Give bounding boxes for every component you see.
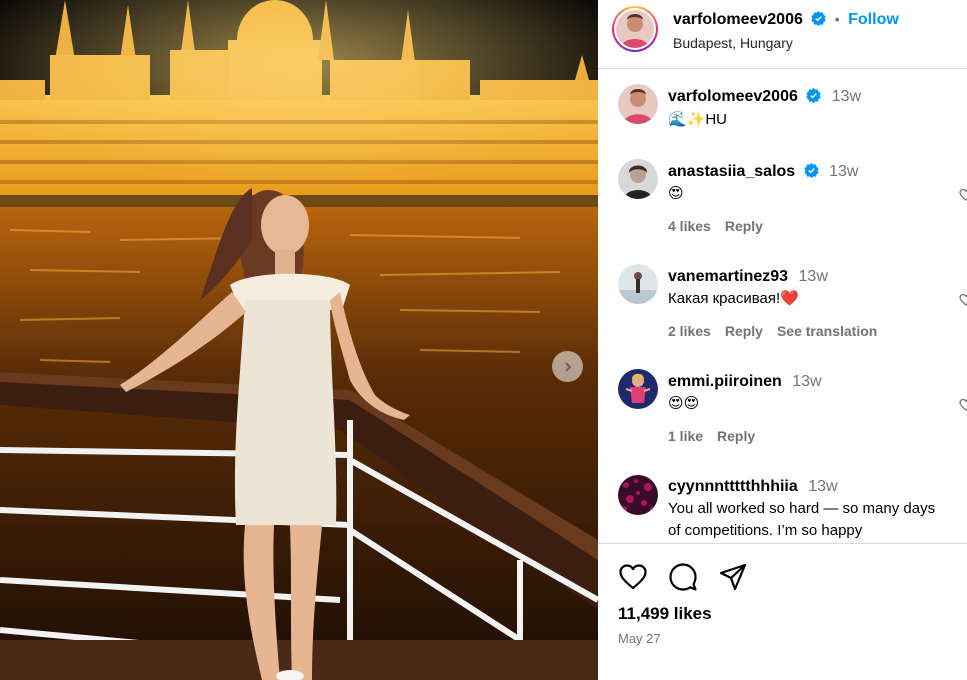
author-username[interactable]: varfolomeev2006 bbox=[673, 11, 803, 28]
comment-username[interactable]: cyynnnttttthhhiia bbox=[668, 478, 798, 495]
comment-likes[interactable]: 2 likes bbox=[668, 323, 711, 339]
comment-meta: 2 likes Reply See translation bbox=[668, 323, 891, 339]
comment-username[interactable]: anastasiia_salos bbox=[668, 163, 795, 180]
comment-like-icon[interactable] bbox=[959, 398, 967, 412]
caption-username[interactable]: varfolomeev2006 bbox=[668, 88, 798, 105]
comment-username[interactable]: vanemartinez93 bbox=[668, 268, 788, 285]
verified-badge-icon bbox=[806, 88, 821, 103]
caption-header: varfolomeev2006 13w bbox=[668, 88, 861, 106]
verified-badge-icon bbox=[811, 11, 826, 26]
avatar-image bbox=[616, 10, 654, 48]
caption-text: 🌊✨HU bbox=[668, 111, 728, 128]
avatar-image bbox=[618, 159, 658, 199]
see-translation-button[interactable]: See translation bbox=[777, 323, 877, 339]
comment-icon[interactable] bbox=[668, 562, 698, 592]
post-header: varfolomeev2006 • Follow Budapest, Hunga… bbox=[598, 0, 967, 69]
next-photo-button[interactable] bbox=[552, 351, 583, 382]
comment-like-icon[interactable] bbox=[959, 188, 967, 202]
avatar-image bbox=[618, 475, 658, 515]
comments-list[interactable]: varfolomeev2006 13w 🌊✨HU anastasiia_salo… bbox=[598, 70, 967, 542]
comment-text: 😍😍 bbox=[668, 395, 700, 412]
comment-text: 😍 bbox=[668, 185, 684, 202]
heart-icon[interactable] bbox=[618, 562, 648, 592]
comment-avatar[interactable] bbox=[618, 159, 658, 199]
comment-header: cyynnnttttthhhiia 13w bbox=[668, 478, 838, 496]
comment-username[interactable]: emmi.piiroinen bbox=[668, 373, 782, 390]
post-actions-footer: 11,499 likes May 27 bbox=[598, 543, 967, 680]
reply-button[interactable]: Reply bbox=[725, 323, 763, 339]
comment-time[interactable]: 13w bbox=[829, 163, 858, 180]
post-date[interactable]: May 27 bbox=[618, 631, 661, 646]
avatar-image bbox=[618, 84, 658, 124]
likes-count[interactable]: 11,499 likes bbox=[618, 604, 712, 624]
comment-time[interactable]: 13w bbox=[808, 478, 837, 495]
comment-header: vanemartinez93 13w bbox=[668, 268, 828, 286]
comment-like-icon[interactable] bbox=[959, 293, 967, 307]
avatar-image bbox=[618, 369, 658, 409]
post-location[interactable]: Budapest, Hungary bbox=[673, 35, 793, 51]
comment-meta: 4 likes Reply bbox=[668, 218, 777, 234]
caption-avatar[interactable] bbox=[618, 84, 658, 124]
comment-header: anastasiia_salos 13w bbox=[668, 163, 858, 181]
comment-likes[interactable]: 4 likes bbox=[668, 218, 711, 234]
comment-avatar[interactable] bbox=[618, 369, 658, 409]
comment-likes[interactable]: 1 like bbox=[668, 428, 703, 444]
comment-time[interactable]: 13w bbox=[799, 268, 828, 285]
comment-avatar[interactable] bbox=[618, 475, 658, 515]
chevron-right-icon bbox=[564, 361, 571, 372]
share-icon[interactable] bbox=[718, 562, 748, 592]
reply-button[interactable]: Reply bbox=[725, 218, 763, 234]
post-side-panel: varfolomeev2006 • Follow Budapest, Hunga… bbox=[598, 0, 967, 680]
reply-button[interactable]: Reply bbox=[717, 428, 755, 444]
author-avatar[interactable] bbox=[612, 6, 658, 52]
post-image bbox=[0, 0, 598, 680]
comment-time[interactable]: 13w bbox=[792, 373, 821, 390]
comment-header: emmi.piiroinen 13w bbox=[668, 373, 822, 391]
comment-text: You all worked so hard — so many days of… bbox=[668, 500, 936, 539]
comment-meta: 1 like Reply bbox=[668, 428, 769, 444]
comment-text: Какая красивая!❤️ bbox=[668, 290, 799, 307]
caption-time[interactable]: 13w bbox=[832, 88, 861, 105]
verified-badge-icon bbox=[804, 163, 819, 178]
follow-button[interactable]: Follow bbox=[848, 11, 899, 28]
avatar-image bbox=[618, 264, 658, 304]
post-photo[interactable] bbox=[0, 0, 598, 680]
separator-dot: • bbox=[834, 11, 840, 27]
comment-avatar[interactable] bbox=[618, 264, 658, 304]
